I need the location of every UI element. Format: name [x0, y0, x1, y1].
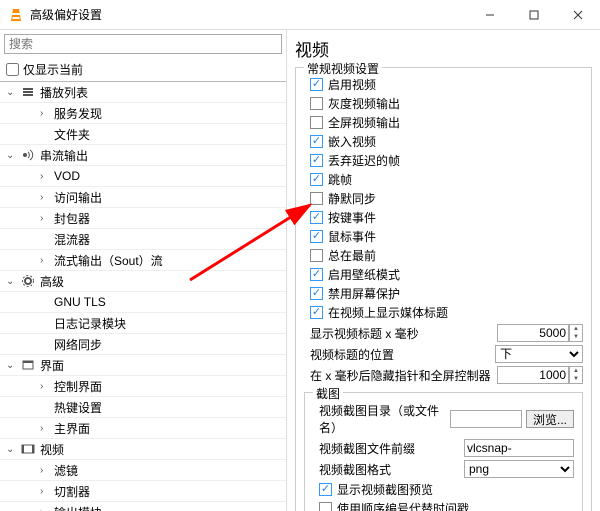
show-title-ms-row: 显示视频标题 x 毫秒▲▼: [310, 324, 583, 342]
tree-item-splitter[interactable]: ›切割器: [0, 481, 286, 502]
close-button[interactable]: [556, 1, 600, 29]
tree-item-logmod[interactable]: 日志记录模块: [0, 313, 286, 334]
snap-dir-row: 视频截图目录（或文件名）浏览...: [319, 402, 574, 436]
show-title-ms-input[interactable]: [497, 324, 569, 342]
tree-item-gnutls[interactable]: GNU TLS: [0, 292, 286, 313]
general-video-group: 常规视频设置 ✓启用视频 灰度视频输出 全屏视频输出 ✓嵌入视频 ✓丢弃延迟的帧…: [295, 67, 592, 511]
tree-item-mainui[interactable]: ›主界面: [0, 418, 286, 439]
video-icon: [20, 441, 36, 457]
disable-ss-checkbox[interactable]: ✓禁用屏幕保护: [310, 285, 583, 302]
title-pos-select[interactable]: 下: [495, 345, 583, 363]
snap-prefix-row: 视频截图文件前缀: [319, 439, 574, 457]
snap-dir-input[interactable]: [450, 410, 522, 428]
snapshot-label: 截图: [313, 385, 343, 402]
tree-item-filter[interactable]: ›滤镜: [0, 460, 286, 481]
drop-late-checkbox[interactable]: ✓丢弃延迟的帧: [310, 152, 583, 169]
right-panel: 视频 常规视频设置 ✓启用视频 灰度视频输出 全屏视频输出 ✓嵌入视频 ✓丢弃延…: [287, 30, 600, 511]
enable-video-checkbox[interactable]: ✓启用视频: [310, 76, 583, 93]
tree-item-video[interactable]: ⌄视频: [0, 439, 286, 460]
maximize-button[interactable]: [512, 1, 556, 29]
window-title: 高级偏好设置: [30, 6, 468, 23]
mouse-event-checkbox[interactable]: ✓鼠标事件: [310, 228, 583, 245]
snap-seq-checkbox[interactable]: 使用顺序编号代替时间戳: [319, 500, 574, 511]
interface-icon: [20, 357, 36, 373]
title-pos-row: 视频标题的位置下: [310, 345, 583, 363]
tree-item-interface[interactable]: ⌄界面: [0, 355, 286, 376]
tree-item-access[interactable]: ›访问输出: [0, 187, 286, 208]
show-title-checkbox[interactable]: ✓在视频上显示媒体标题: [310, 304, 583, 321]
settings-tree[interactable]: ⌄播放列表 ›服务发现 文件夹 ⌄串流输出 ›VOD ›访问输出 ›封包器 混流…: [0, 81, 286, 511]
section-title: 视频: [295, 36, 592, 61]
tree-item-playlist[interactable]: ⌄播放列表: [0, 82, 286, 103]
fullscreen-output-checkbox[interactable]: 全屏视频输出: [310, 114, 583, 131]
vlc-logo-icon: [8, 7, 24, 23]
titlebar: 高级偏好设置: [0, 0, 600, 30]
snap-format-row: 视频截图格式png: [319, 460, 574, 478]
tree-item-stream[interactable]: ⌄串流输出: [0, 145, 286, 166]
group-label: 常规视频设置: [304, 60, 382, 77]
tree-item-outmod[interactable]: ›输出模块: [0, 502, 286, 511]
browse-button[interactable]: 浏览...: [526, 410, 574, 428]
embed-video-checkbox[interactable]: ✓嵌入视频: [310, 133, 583, 150]
left-panel: 仅显示当前 ⌄播放列表 ›服务发现 文件夹 ⌄串流输出 ›VOD ›访问输出 ›…: [0, 30, 287, 511]
only-current-checkbox[interactable]: 仅显示当前: [0, 58, 286, 81]
tree-item-netsync[interactable]: 网络同步: [0, 334, 286, 355]
snapshot-group: 截图 视频截图目录（或文件名）浏览... 视频截图文件前缀 视频截图格式png …: [304, 392, 583, 511]
hide-ptr-row: 在 x 毫秒后隐藏指针和全屏控制器▲▼: [310, 366, 583, 384]
tree-item-service[interactable]: ›服务发现: [0, 103, 286, 124]
gear-icon: [20, 273, 36, 289]
quiet-sync-checkbox[interactable]: 静默同步: [310, 190, 583, 207]
tree-item-ctrlui[interactable]: ›控制界面: [0, 376, 286, 397]
tree-item-muxmod[interactable]: 混流器: [0, 229, 286, 250]
spinner[interactable]: ▲▼: [569, 324, 583, 342]
spinner[interactable]: ▲▼: [569, 366, 583, 384]
key-event-checkbox[interactable]: ✓按键事件: [310, 209, 583, 226]
search-input[interactable]: [4, 34, 282, 54]
tree-item-hotkey[interactable]: 热键设置: [0, 397, 286, 418]
tree-item-vod[interactable]: ›VOD: [0, 166, 286, 187]
snap-format-select[interactable]: png: [464, 460, 574, 478]
snap-preview-checkbox[interactable]: ✓显示视频截图预览: [319, 481, 574, 498]
gray-output-checkbox[interactable]: 灰度视频输出: [310, 95, 583, 112]
tree-item-mux[interactable]: ›封包器: [0, 208, 286, 229]
hide-ptr-input[interactable]: [497, 366, 569, 384]
wallpaper-checkbox[interactable]: ✓启用壁纸模式: [310, 266, 583, 283]
tree-item-advanced[interactable]: ⌄高级: [0, 271, 286, 292]
minimize-button[interactable]: [468, 1, 512, 29]
tree-item-folder[interactable]: 文件夹: [0, 124, 286, 145]
skip-frames-checkbox[interactable]: ✓跳帧: [310, 171, 583, 188]
stream-icon: [20, 147, 36, 163]
only-current-box[interactable]: [6, 63, 19, 76]
playlist-icon: [20, 84, 36, 100]
only-current-label: 仅显示当前: [23, 61, 83, 78]
tree-item-sout[interactable]: ›流式输出（Sout）流: [0, 250, 286, 271]
snap-prefix-input[interactable]: [464, 439, 574, 457]
on-top-checkbox[interactable]: 总在最前: [310, 247, 583, 264]
